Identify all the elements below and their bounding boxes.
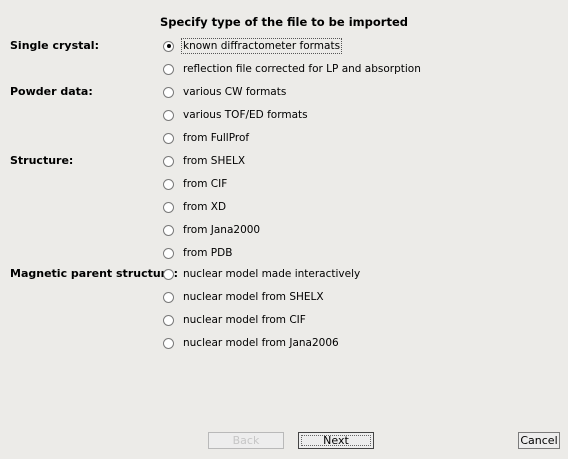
group-label-single-crystal: Single crystal: (10, 39, 99, 52)
radio-unchecked-icon[interactable] (163, 63, 174, 75)
back-button[interactable]: Back (208, 432, 284, 449)
option-label: from SHELX (183, 155, 246, 167)
radio-unchecked-icon[interactable] (163, 268, 174, 280)
radio-unchecked-icon[interactable] (163, 291, 174, 303)
group-label-structure: Structure: (10, 154, 74, 167)
radio-from-jana2000[interactable]: from Jana2000 (163, 222, 260, 238)
option-label: nuclear model made interactively (183, 268, 361, 280)
radio-checked-icon[interactable] (163, 40, 174, 52)
option-label: nuclear model from Jana2006 (183, 337, 339, 349)
radio-unchecked-icon[interactable] (163, 224, 174, 236)
radio-unchecked-icon[interactable] (163, 86, 174, 98)
radio-known-diffractometer-formats[interactable]: known diffractometer formats (163, 38, 343, 54)
radio-from-shelx[interactable]: from SHELX (163, 153, 245, 169)
radio-various-cw-formats[interactable]: various CW formats (163, 84, 286, 100)
radio-from-pdb[interactable]: from PDB (163, 245, 232, 261)
radio-nuclear-model-interactively[interactable]: nuclear model made interactively (163, 266, 360, 282)
radio-nuclear-model-from-shelx[interactable]: nuclear model from SHELX (163, 289, 324, 305)
radio-from-fullprof[interactable]: from FullProf (163, 130, 249, 146)
option-label: reflection file corrected for LP and abs… (183, 63, 421, 75)
option-label: known diffractometer formats (180, 38, 343, 54)
group-label-magnetic-parent-structure: Magnetic parent structure: (10, 267, 178, 280)
radio-reflection-file-corrected[interactable]: reflection file corrected for LP and abs… (163, 61, 421, 77)
group-label-powder-data: Powder data: (10, 85, 93, 98)
option-label: nuclear model from SHELX (183, 291, 324, 303)
option-label: nuclear model from CIF (183, 314, 306, 326)
radio-nuclear-model-from-cif[interactable]: nuclear model from CIF (163, 312, 306, 328)
option-label: various CW formats (183, 86, 287, 98)
next-button[interactable]: Next (298, 432, 374, 449)
radio-unchecked-icon[interactable] (163, 337, 174, 349)
radio-unchecked-icon[interactable] (163, 155, 174, 167)
radio-unchecked-icon[interactable] (163, 178, 174, 190)
option-label: from Jana2000 (183, 224, 261, 236)
radio-unchecked-icon[interactable] (163, 247, 174, 259)
radio-unchecked-icon[interactable] (163, 109, 174, 121)
radio-from-xd[interactable]: from XD (163, 199, 226, 215)
option-label: from FullProf (183, 132, 250, 144)
radio-unchecked-icon[interactable] (163, 314, 174, 326)
cancel-button[interactable]: Cancel (518, 432, 560, 449)
option-label: from CIF (183, 178, 228, 190)
radio-unchecked-icon[interactable] (163, 132, 174, 144)
radio-nuclear-model-from-jana2006[interactable]: nuclear model from Jana2006 (163, 335, 339, 351)
radio-various-tof-ed-formats[interactable]: various TOF/ED formats (163, 107, 308, 123)
dialog-title: Specify type of the file to be imported (160, 15, 408, 29)
option-label: various TOF/ED formats (183, 109, 308, 121)
option-label: from PDB (183, 247, 233, 259)
radio-from-cif[interactable]: from CIF (163, 176, 227, 192)
option-label: from XD (183, 201, 227, 213)
radio-unchecked-icon[interactable] (163, 201, 174, 213)
